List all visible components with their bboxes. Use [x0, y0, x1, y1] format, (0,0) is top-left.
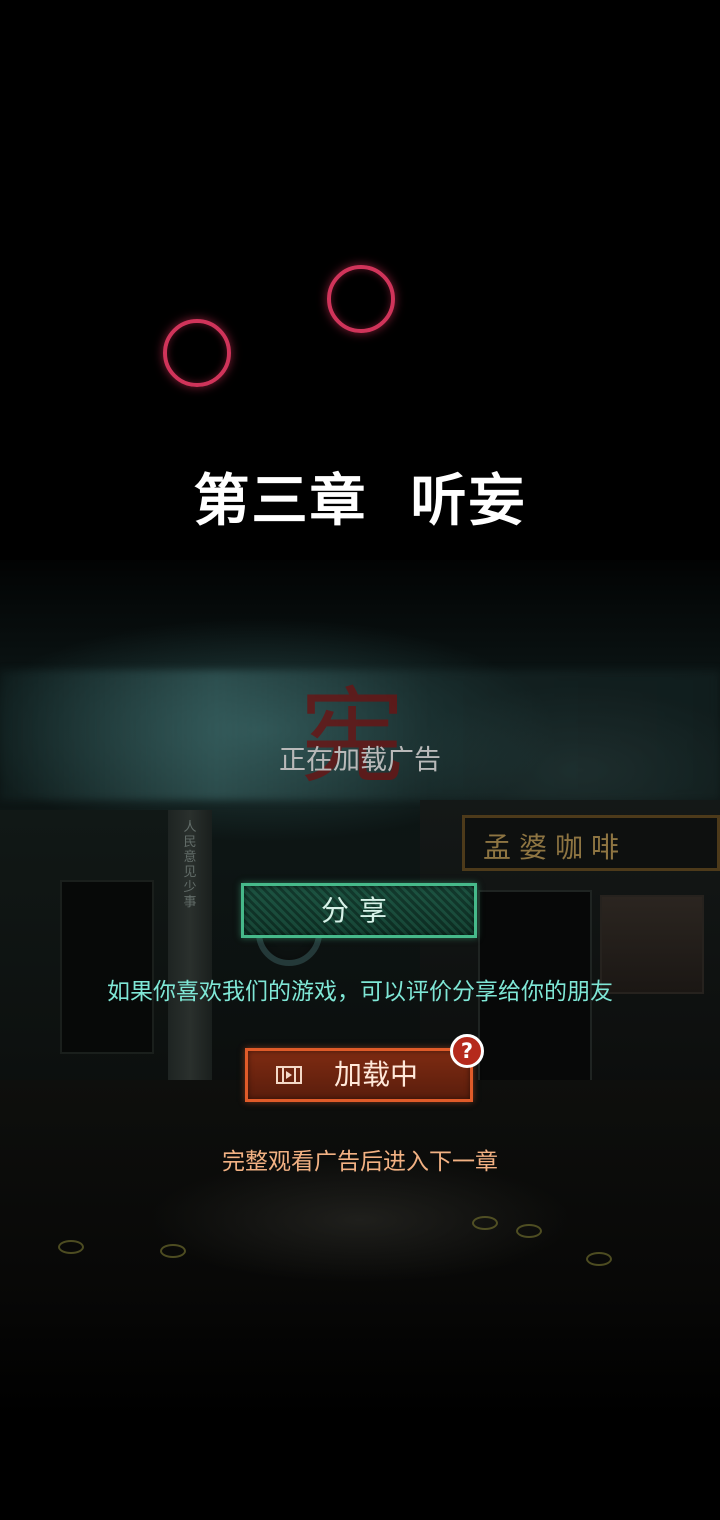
- red-ring-left: [163, 319, 231, 387]
- film-play-icon: [276, 1066, 302, 1084]
- shop-sign: 孟婆咖啡: [462, 815, 720, 871]
- watch-ad-button[interactable]: 加载中: [245, 1048, 473, 1102]
- pillar-text: 人民意见少事: [183, 820, 197, 910]
- help-icon[interactable]: ?: [450, 1034, 484, 1068]
- ground: [0, 1080, 720, 1420]
- next-chapter-hint: 完整观看广告后进入下一章: [222, 1149, 498, 1175]
- red-ring-right: [327, 265, 395, 333]
- chapter-title: 第三章 听妄: [193, 468, 527, 534]
- shop-sign-text: 孟婆咖啡: [483, 831, 628, 864]
- share-hint: 如果你喜欢我们的游戏，可以评价分享给你的朋友: [107, 979, 613, 1005]
- ad-loading-status: 正在加载广告: [279, 745, 441, 776]
- left-door: [60, 880, 154, 1054]
- coin: [472, 1216, 498, 1230]
- share-button[interactable]: 分享: [241, 883, 477, 938]
- coin: [58, 1240, 84, 1254]
- game-screen: 人民意见少事 孟婆咖啡 宪 第三章 听妄 正在加载广告 分享 如果你喜欢我们的游…: [0, 0, 720, 1520]
- watch-ad-label: 加载中: [334, 1058, 419, 1091]
- coin: [586, 1252, 612, 1266]
- coin: [516, 1224, 542, 1238]
- coin: [160, 1244, 186, 1258]
